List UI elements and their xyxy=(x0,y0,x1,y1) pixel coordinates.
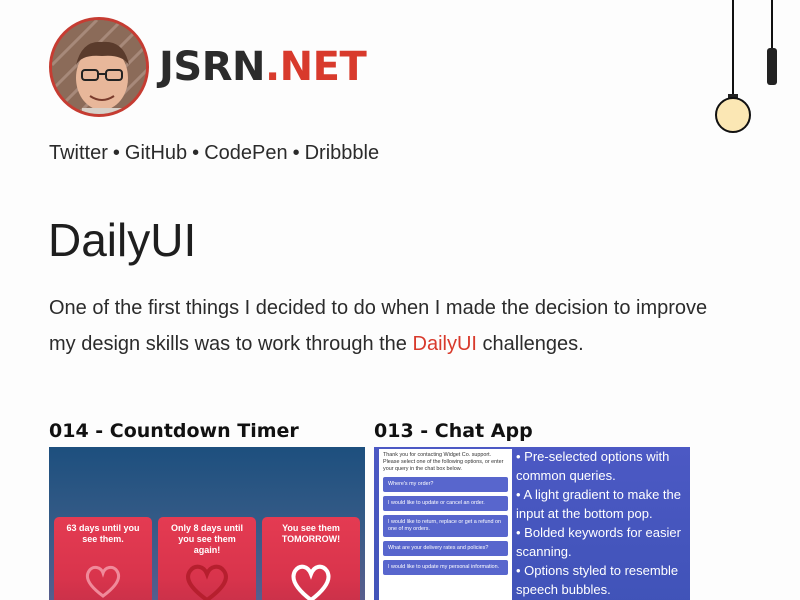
feature-bullets: • Pre-selected options with common queri… xyxy=(516,447,690,599)
codepen-link[interactable]: CodePen xyxy=(204,142,287,164)
separator: • xyxy=(112,142,120,164)
card-title-chat[interactable]: 013 - Chat App xyxy=(374,420,533,442)
site-title-main: JSRN xyxy=(159,44,265,90)
dailyui-link[interactable]: DailyUI xyxy=(413,333,477,355)
site-header: JSRN.NET xyxy=(49,17,367,117)
chat-option: I would like to update my personal infor… xyxy=(383,560,508,575)
site-title-accent: .NET xyxy=(264,44,367,90)
countdown-tile: 63 days until you see them. xyxy=(54,517,152,600)
chat-app-thumbnail[interactable]: Thank you for contacting Widget Co. supp… xyxy=(374,447,690,600)
heart-outline-icon xyxy=(186,564,228,600)
avatar[interactable] xyxy=(49,17,149,117)
github-link[interactable]: GitHub xyxy=(125,142,187,164)
page-title: DailyUI xyxy=(48,214,197,266)
card-title-countdown[interactable]: 014 - Countdown Timer xyxy=(49,420,299,442)
countdown-timer-thumbnail[interactable]: 63 days until you see them. Only 8 days … xyxy=(49,447,365,600)
countdown-tile: Only 8 days until you see them again! xyxy=(158,517,256,600)
chat-option: What are your delivery rates and policie… xyxy=(383,541,508,556)
chat-option: Where's my order? xyxy=(383,477,508,492)
intro-text-end: challenges. xyxy=(476,333,584,355)
chat-window: Thank you for contacting Widget Co. supp… xyxy=(379,449,512,600)
twitter-link[interactable]: Twitter xyxy=(49,142,108,164)
countdown-tile: You see them TOMORROW! xyxy=(262,517,360,600)
separator: • xyxy=(192,142,200,164)
feature-bullet: • A light gradient to make the input at … xyxy=(516,487,681,521)
dribbble-link[interactable]: Dribbble xyxy=(305,142,379,164)
avatar-portrait-icon xyxy=(52,20,146,114)
social-links: Twitter • GitHub • CodePen • Dribbble xyxy=(49,142,379,165)
chat-option: I would like to return, replace or get a… xyxy=(383,515,508,537)
feature-bullet: • Pre-selected options with common queri… xyxy=(516,449,670,483)
heart-outline-icon xyxy=(85,565,121,598)
countdown-tile-text: Only 8 days until you see them again! xyxy=(170,523,244,555)
chat-intro-text: Thank you for contacting Widget Co. supp… xyxy=(383,452,504,472)
intro-text: One of the first things I decided to do … xyxy=(49,297,708,355)
separator: • xyxy=(292,142,300,164)
intro-paragraph: One of the first things I decided to do … xyxy=(49,290,709,362)
feature-bullet: • Bolded keywords for easier scanning. xyxy=(516,525,681,559)
site-title[interactable]: JSRN.NET xyxy=(159,44,367,90)
countdown-tile-text: You see them TOMORROW! xyxy=(281,523,341,544)
feature-bullet: • Options styled to resemble speech bubb… xyxy=(516,563,679,597)
hanging-lightbulb-icon[interactable] xyxy=(700,0,800,150)
countdown-tile-text: 63 days until you see them. xyxy=(66,523,140,544)
heart-outline-icon xyxy=(291,564,331,600)
chat-option: I would like to update or cancel an orde… xyxy=(383,496,508,511)
